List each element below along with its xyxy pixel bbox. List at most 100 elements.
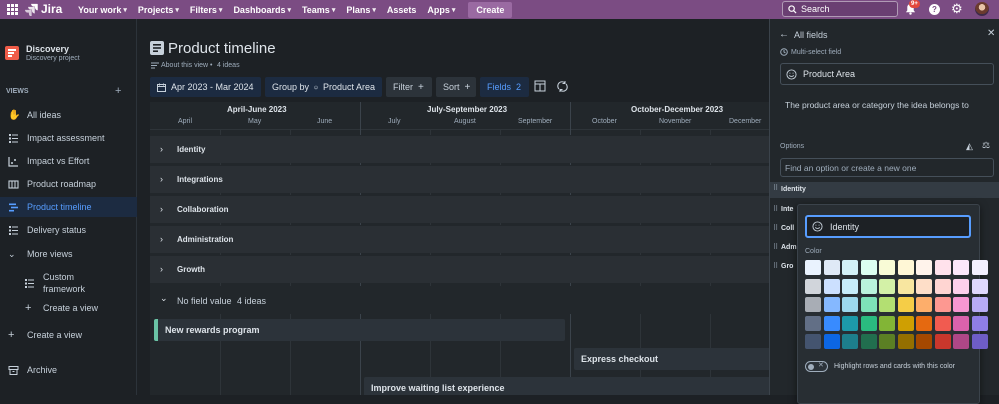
sidebar-item-product-roadmap[interactable]: Product roadmap: [0, 174, 137, 194]
search-input[interactable]: Search: [782, 1, 898, 17]
color-swatch[interactable]: [934, 315, 951, 331]
fields-button[interactable]: Fields 2: [480, 77, 529, 97]
project-avatar[interactable]: [5, 46, 19, 60]
nav-filters[interactable]: Filters ▾: [190, 5, 223, 15]
about-view-link[interactable]: About this view: [161, 62, 208, 69]
sidebar-item-delivery-status[interactable]: Delivery status: [0, 220, 137, 240]
group-row-identity[interactable]: › Identity: [150, 135, 769, 163]
color-swatch[interactable]: [916, 334, 932, 349]
color-swatch[interactable]: [934, 278, 951, 294]
group-row-integrations[interactable]: › Integrations: [150, 165, 769, 193]
color-swatch[interactable]: [805, 315, 821, 331]
sort-button[interactable]: Sort +: [436, 77, 476, 97]
color-swatch[interactable]: [971, 297, 988, 312]
color-swatch[interactable]: [842, 315, 858, 331]
color-swatch[interactable]: [860, 260, 877, 275]
nav-apps[interactable]: Apps ▾: [427, 5, 455, 15]
option-row[interactable]: ⠿ Inte: [770, 203, 800, 217]
option-row[interactable]: ⠿ Gro: [770, 260, 800, 274]
field-name-input[interactable]: Product Area: [780, 63, 994, 85]
chevron-down-icon[interactable]: ⌄: [160, 293, 168, 304]
group-row-administration[interactable]: › Administration: [150, 225, 769, 253]
color-swatch[interactable]: [897, 334, 914, 349]
close-icon[interactable]: ✕: [987, 28, 995, 39]
color-swatch[interactable]: [842, 297, 858, 312]
drag-handle-icon[interactable]: ⠿: [773, 224, 778, 232]
field-description[interactable]: The product area or category the idea be…: [785, 100, 969, 110]
sort-scale-icon[interactable]: ⚖: [982, 140, 990, 151]
color-swatch[interactable]: [805, 297, 821, 312]
color-swatch[interactable]: [897, 260, 914, 275]
jira-logo[interactable]: Jira: [25, 2, 62, 16]
option-search-input[interactable]: Find an option or create a new one: [780, 158, 994, 177]
filter-button[interactable]: Filter +: [386, 77, 432, 97]
option-name-input[interactable]: Identity: [805, 215, 971, 238]
notifications-button[interactable]: 9+: [905, 0, 920, 16]
color-swatch[interactable]: [953, 315, 969, 331]
paint-bucket-icon[interactable]: ◭: [966, 141, 973, 152]
user-avatar[interactable]: [975, 2, 989, 16]
drag-handle-icon[interactable]: ⠿: [773, 243, 778, 251]
color-swatch[interactable]: [879, 334, 895, 349]
date-range-button[interactable]: Apr 2023 - Mar 2024: [150, 77, 261, 97]
color-swatch[interactable]: [860, 315, 877, 331]
color-swatch[interactable]: [823, 315, 840, 331]
sidebar-item-more-views[interactable]: ⌄ More views: [0, 244, 137, 264]
chevron-right-icon[interactable]: ›: [160, 144, 163, 154]
color-swatch[interactable]: [897, 315, 914, 331]
nav-plans[interactable]: Plans ▾: [346, 5, 376, 15]
create-button[interactable]: Create: [468, 1, 513, 18]
nav-assets[interactable]: Assets: [387, 5, 417, 15]
color-swatch[interactable]: [879, 297, 895, 312]
chevron-right-icon[interactable]: ›: [160, 234, 163, 244]
color-swatch[interactable]: [879, 315, 895, 331]
color-swatch[interactable]: [953, 278, 969, 294]
color-swatch[interactable]: [879, 260, 895, 275]
color-swatch[interactable]: [971, 334, 988, 349]
color-swatch[interactable]: [916, 260, 932, 275]
color-swatch[interactable]: [823, 278, 840, 294]
color-swatch[interactable]: [805, 278, 821, 294]
color-swatch[interactable]: [953, 260, 969, 275]
chevron-right-icon[interactable]: ›: [160, 264, 163, 274]
color-swatch[interactable]: [879, 278, 895, 294]
color-swatch[interactable]: [971, 278, 988, 294]
color-swatch[interactable]: [805, 334, 821, 349]
color-swatch[interactable]: [842, 260, 858, 275]
color-swatch[interactable]: [934, 334, 951, 349]
group-row-collaboration[interactable]: › Collaboration: [150, 195, 769, 223]
color-swatch[interactable]: [934, 260, 951, 275]
option-row[interactable]: ⠿ Adm: [770, 241, 800, 255]
color-swatch[interactable]: [823, 334, 840, 349]
nav-dashboards[interactable]: Dashboards ▾: [233, 5, 291, 15]
drag-handle-icon[interactable]: ⠿: [773, 184, 778, 192]
color-swatch[interactable]: [953, 334, 969, 349]
layout-toggle-button[interactable]: [534, 80, 546, 92]
sidebar-item-product-timeline[interactable]: Product timeline: [0, 197, 137, 217]
color-swatch[interactable]: [823, 260, 840, 275]
group-by-button[interactable]: Group by Product Area: [265, 77, 382, 97]
add-view-icon[interactable]: +: [115, 85, 121, 97]
color-swatch[interactable]: [823, 297, 840, 312]
color-swatch[interactable]: [860, 278, 877, 294]
settings-gear-icon[interactable]: ⚙: [951, 2, 963, 16]
sidebar-item-create-view[interactable]: + Create a view: [0, 325, 137, 345]
drag-handle-icon[interactable]: ⠿: [773, 262, 778, 270]
nav-teams[interactable]: Teams ▾: [302, 5, 335, 15]
chevron-right-icon[interactable]: ›: [160, 174, 163, 184]
color-swatch[interactable]: [916, 315, 932, 331]
option-row[interactable]: ⠿ Coll: [770, 222, 800, 236]
color-swatch[interactable]: [860, 334, 877, 349]
color-swatch[interactable]: [842, 278, 858, 294]
sidebar-item-all-ideas[interactable]: ✋ All ideas: [0, 105, 137, 125]
idea-bar-improve-waiting-list[interactable]: Improve waiting list experience: [364, 377, 769, 395]
color-swatch[interactable]: [953, 297, 969, 312]
option-row-identity[interactable]: ⠿ Identity: [770, 182, 999, 198]
idea-bar-express-checkout[interactable]: Express checkout: [574, 348, 769, 370]
color-swatch[interactable]: [916, 278, 932, 294]
color-swatch[interactable]: [805, 260, 821, 275]
group-row-no-field-value[interactable]: ⌄ No field value 4 ideas: [150, 286, 769, 314]
group-row-growth[interactable]: › Growth: [150, 255, 769, 283]
sidebar-item-impact-assessment[interactable]: Impact assessment: [0, 128, 137, 148]
sidebar-item-impact-vs-effort[interactable]: Impact vs Effort: [0, 151, 137, 171]
